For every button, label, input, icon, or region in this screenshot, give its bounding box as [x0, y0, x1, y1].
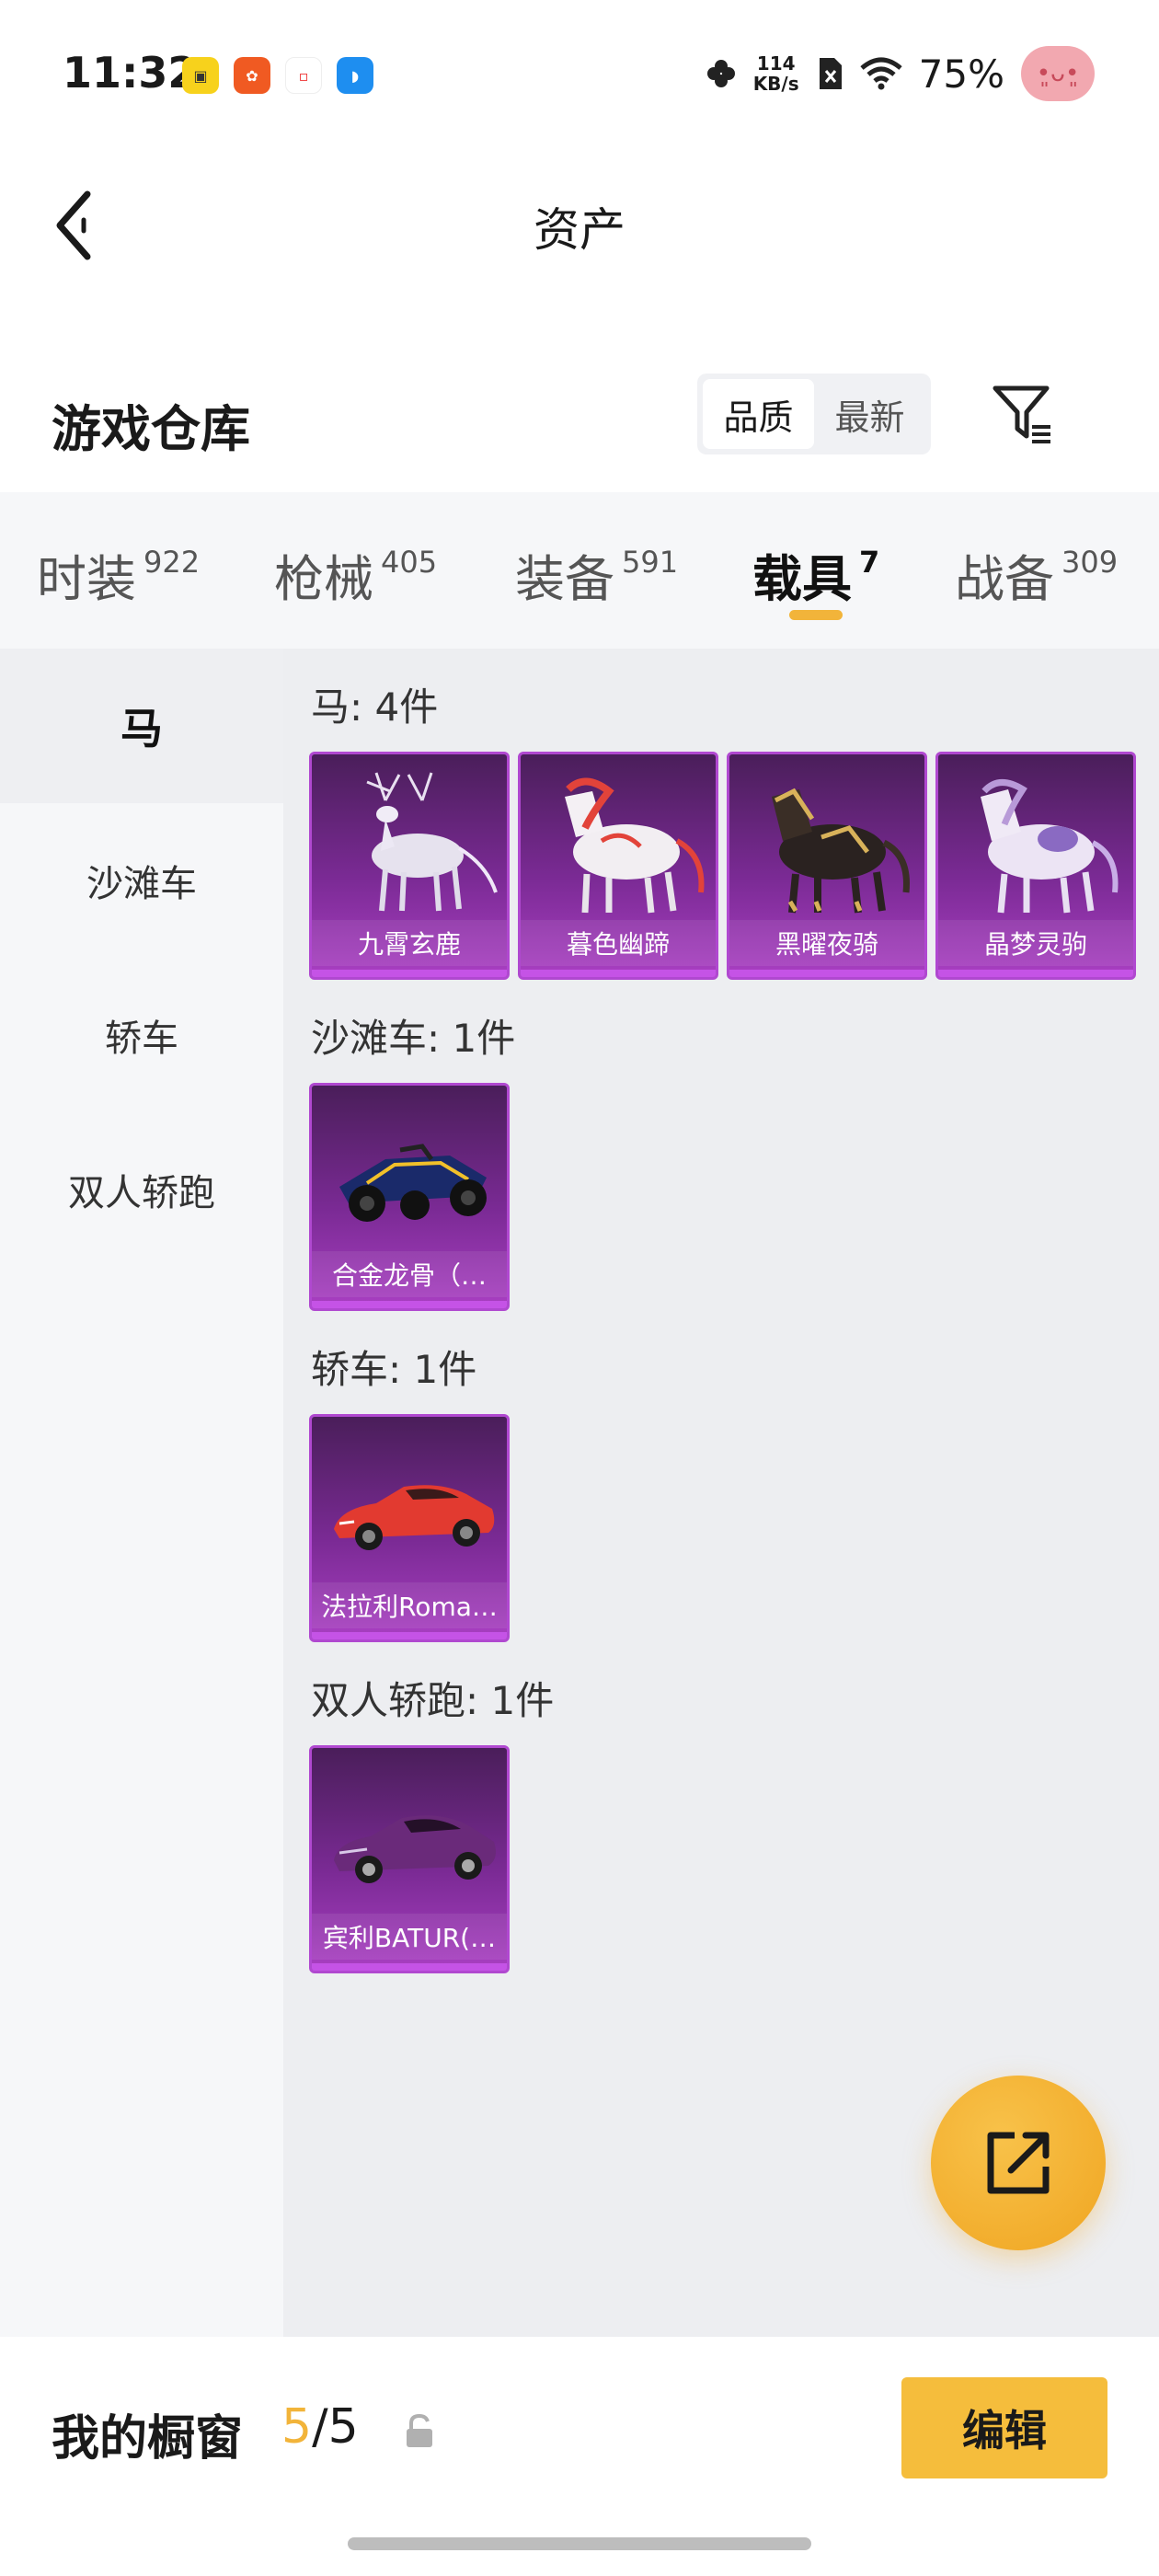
flower-icon	[706, 60, 735, 87]
sort-by-latest[interactable]: 最新	[814, 379, 925, 449]
item-name: 合金龙骨（…	[312, 1251, 507, 1297]
edit-button[interactable]: 编辑	[901, 2377, 1107, 2478]
status-time: 11:32	[63, 48, 198, 98]
tab-firearms[interactable]: 枪械 405	[274, 538, 437, 611]
sort-by-quality[interactable]: 品质	[703, 379, 814, 449]
status-bar: 11:32 ▣ ✿ ▫ ◗ 114 KB/s 75% •͈ᴗ•͈	[0, 0, 1159, 147]
showcase-bar: 我的橱窗 5/5 编辑	[0, 2337, 1159, 2576]
app-notification-icon: ▣	[182, 57, 219, 94]
filter-button[interactable]	[990, 381, 1056, 447]
sidebar-item-coupe[interactable]: 双人轿跑	[0, 1112, 283, 1267]
page-title: 资产	[534, 203, 625, 257]
net-speed-value: 114	[756, 52, 796, 75]
showcase-label: 我的橱窗	[52, 2411, 244, 2467]
avatar: •͈ᴗ•͈	[1021, 46, 1095, 101]
category-tabs: 时装 922 枪械 405 装备 591 载具 7 战备 309	[0, 492, 1159, 649]
home-indicator[interactable]	[348, 2537, 811, 2550]
notification-icons: ▣ ✿ ▫ ◗	[182, 57, 373, 94]
sidebar-item-beach-buggy[interactable]: 沙滩车	[0, 803, 283, 958]
tab-count: 7	[859, 545, 880, 580]
deer-mount-image	[366, 772, 498, 912]
horse-mount-image	[565, 777, 705, 914]
app-notification-icon: ✿	[234, 57, 270, 94]
share-button[interactable]	[931, 2076, 1106, 2250]
tab-label: 时装	[37, 550, 136, 608]
showcase-total: /5	[312, 2399, 359, 2455]
filter-icon	[993, 385, 1050, 443]
horse-mount-image	[772, 788, 910, 914]
showcase-count: 5/5	[281, 2399, 359, 2455]
section-title-horse: 马: 4件	[311, 684, 439, 730]
tab-count: 591	[622, 545, 679, 580]
tab-label: 枪械	[274, 550, 373, 608]
tab-equipment[interactable]: 装备 591	[515, 538, 678, 611]
section-title-beach-buggy: 沙滩车: 1件	[311, 1016, 516, 1061]
warehouse-header: 游戏仓库 品质 最新	[0, 359, 1159, 478]
item-card[interactable]: 宾利BATUR(…	[309, 1745, 510, 1973]
sidebar-item-horse[interactable]: 马	[0, 649, 283, 803]
tab-count: 922	[143, 545, 201, 580]
tab-label: 装备	[515, 550, 614, 608]
lock-icon	[407, 2413, 432, 2447]
tab-vehicles[interactable]: 载具 7	[752, 538, 879, 611]
sim-icon	[819, 58, 842, 89]
item-card[interactable]: 法拉利Roma…	[309, 1414, 510, 1642]
section-title-coupe: 双人轿跑: 1件	[311, 1678, 555, 1723]
wifi-icon	[860, 57, 902, 90]
vehicle-type-sidebar: 马 沙滩车 轿车 双人轿跑	[0, 649, 283, 2337]
app-notification-icon: ▫	[285, 57, 322, 94]
item-name: 法拉利Roma…	[312, 1582, 507, 1628]
sort-toggle: 品质 最新	[697, 374, 931, 454]
battery-level: 75%	[918, 51, 1004, 97]
net-speed: 114 KB/s	[753, 53, 799, 94]
showcase-current: 5	[281, 2399, 313, 2455]
item-name: 九霄玄鹿	[312, 920, 507, 966]
tab-combat-gear[interactable]: 战备 309	[955, 538, 1118, 611]
coupe-car-image	[334, 1815, 496, 1883]
item-card[interactable]: 合金龙骨（…	[309, 1083, 510, 1311]
tab-count: 405	[381, 545, 438, 580]
item-card[interactable]: 暮色幽蹄	[518, 752, 718, 980]
item-name: 宾利BATUR(…	[312, 1914, 507, 1960]
tab-label: 载具	[752, 550, 852, 608]
sidebar-item-sedan[interactable]: 轿车	[0, 958, 283, 1112]
item-card[interactable]: 晶梦灵驹	[935, 752, 1136, 980]
tab-count: 309	[1061, 545, 1119, 580]
section-title-sedan: 轿车: 1件	[311, 1347, 477, 1392]
item-name: 黑曜夜骑	[729, 920, 924, 966]
item-name: 晶梦灵驹	[938, 920, 1133, 966]
beach-buggy-image	[339, 1144, 487, 1222]
warehouse-title: 游戏仓库	[52, 400, 250, 458]
tab-label: 战备	[955, 550, 1054, 608]
horse-mount-image	[981, 779, 1119, 914]
tab-fashion[interactable]: 时装 922	[37, 538, 200, 611]
item-name: 暮色幽蹄	[521, 920, 716, 966]
item-card[interactable]: 黑曜夜骑	[727, 752, 927, 980]
nav-header: 资产	[0, 166, 1159, 285]
active-tab-indicator	[789, 610, 843, 620]
sedan-car-image	[334, 1485, 495, 1550]
net-speed-unit: KB/s	[752, 73, 799, 95]
share-export-icon	[987, 2132, 1050, 2194]
status-right: 114 KB/s 75% •͈ᴗ•͈	[706, 46, 1095, 101]
app-notification-icon: ◗	[337, 57, 373, 94]
item-card[interactable]: 九霄玄鹿	[309, 752, 510, 980]
